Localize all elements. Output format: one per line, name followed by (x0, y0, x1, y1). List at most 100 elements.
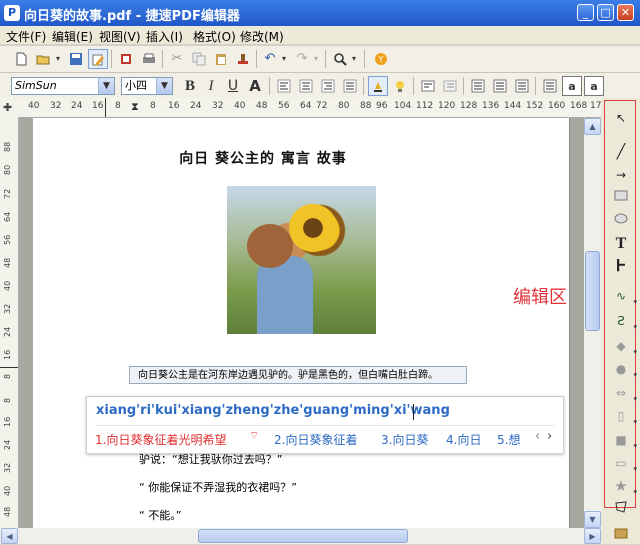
stamp-icon[interactable] (233, 49, 253, 69)
document-line[interactable]: “ 你能保证不弄湿我的衣裙吗？” (139, 479, 297, 495)
star-icon[interactable]: ★ ▾ (609, 476, 637, 496)
indent-marker-icon[interactable]: ⧗ (131, 100, 139, 114)
list-icon[interactable] (540, 76, 560, 96)
double-arrow-icon[interactable]: ⇔ ▾ (609, 383, 637, 403)
speech-bubble-icon[interactable]: ▭ ▾ (609, 453, 637, 473)
ruler-tick: 24 (71, 101, 83, 111)
line-icon[interactable]: ╱ (609, 142, 633, 162)
document-canvas[interactable]: 向日 葵公主的 寓言 故事 向日葵公主是在河东岸边遇见驴的。驴是黑色的，但白嘴白… (19, 118, 584, 528)
coins-icon[interactable]: Y (371, 49, 391, 69)
cylinder-icon[interactable]: ▯ ▾ (609, 406, 637, 426)
scroll-thumb[interactable] (585, 251, 600, 331)
italic-button[interactable]: I (201, 76, 221, 96)
select-arrow-icon[interactable]: ↖ (609, 108, 633, 128)
selected-text-block[interactable]: 向日葵公主是在河东岸边遇见驴的。驴是黑色的，但白嘴白肚白蹄。 (129, 366, 467, 384)
menu-format[interactable]: 格式(O) (193, 28, 236, 45)
ruler-tick: 64 (300, 101, 312, 111)
zoom-dropdown-icon[interactable]: ▾ (349, 49, 359, 69)
redo-dropdown-icon[interactable]: ▾ (311, 49, 321, 69)
menu-modify[interactable]: 修改(M) (240, 28, 284, 45)
scroll-thumb[interactable] (198, 529, 408, 543)
document-line[interactable]: “ 不能。” (139, 507, 181, 523)
scroll-right-icon[interactable]: ▶ (584, 528, 601, 544)
scroll-down-icon[interactable]: ▼ (584, 511, 601, 528)
font-color-button[interactable]: A (245, 76, 265, 96)
save-icon[interactable] (66, 49, 86, 69)
text-tool-icon[interactable]: T (609, 234, 633, 254)
ruler-tick: 40 (3, 485, 12, 496)
text-highlight-icon[interactable] (368, 76, 388, 96)
close-button[interactable]: ✕ (617, 4, 634, 21)
chevron-down-icon[interactable]: ▼ (98, 78, 114, 94)
open-dropdown-icon[interactable]: ▾ (53, 49, 63, 69)
chevron-down-icon[interactable]: ▼ (156, 78, 172, 94)
image-icon[interactable] (609, 525, 633, 545)
ruler-marker (0, 367, 18, 368)
ruler-tick: 72 (3, 188, 12, 199)
menu-file[interactable]: 文件(F) (6, 28, 46, 45)
column-center-icon[interactable] (490, 76, 510, 96)
subscript-button[interactable]: a (584, 76, 604, 96)
font-size-select[interactable]: 小四 ▼ (121, 77, 173, 95)
underline-button[interactable]: U (223, 76, 243, 96)
align-justify-icon[interactable] (340, 76, 360, 96)
undo-icon[interactable]: ↶ (260, 49, 280, 69)
align-left-icon[interactable] (274, 76, 294, 96)
scroll-up-icon[interactable]: ▲ (584, 118, 601, 135)
ruler-tick: 144 (504, 101, 522, 111)
circle-shape-icon[interactable]: ● ▾ (609, 359, 637, 379)
menu-view[interactable]: 视图(V) (99, 28, 141, 45)
square-shape-icon[interactable]: ■ ▾ (609, 430, 637, 450)
column-left-icon[interactable] (468, 76, 488, 96)
curve-icon[interactable]: ∿ ▾ (609, 286, 637, 306)
redo-icon[interactable]: ↷ (292, 49, 312, 69)
superscript-button[interactable]: a (562, 76, 582, 96)
undo-dropdown-icon[interactable]: ▾ (279, 49, 289, 69)
polyline-icon[interactable]: Ꙅ ▾ (609, 311, 637, 331)
pdf-page[interactable]: 向日 葵公主的 寓言 故事 向日葵公主是在河东岸边遇见驴的。驴是黑色的，但白嘴白… (33, 118, 569, 528)
minimize-button[interactable]: _ (577, 4, 594, 21)
vertical-text-icon[interactable]: Ͱ (609, 257, 633, 277)
bulb-icon[interactable] (390, 76, 410, 96)
ime-prev-page-icon[interactable]: ‹ (535, 429, 540, 444)
scroll-left-icon[interactable]: ◀ (1, 528, 18, 544)
font-name-value: SimSun (15, 79, 57, 92)
ruler-tick: 32 (3, 462, 12, 473)
cut-icon[interactable]: ✂ (167, 49, 187, 69)
ruler-tick: 24 (190, 101, 202, 111)
rectangle-icon[interactable] (609, 187, 633, 207)
menu-edit[interactable]: 编辑(E) (52, 28, 93, 45)
ellipse-icon[interactable] (609, 210, 633, 230)
ime-candidate[interactable]: 3.向日葵 (381, 431, 428, 448)
polygon-icon[interactable] (609, 500, 633, 520)
ime-candidate[interactable]: 2.向日葵象征着 (274, 431, 357, 448)
font-name-select[interactable]: SimSun ▼ (11, 77, 115, 95)
arrow-line-icon[interactable]: → (609, 165, 633, 185)
bold-button[interactable]: B (180, 76, 200, 96)
sunflower-girl-image[interactable] (227, 186, 376, 334)
ime-candidate[interactable]: 4.向日 (446, 431, 481, 448)
align-right-icon[interactable] (318, 76, 338, 96)
menu-insert[interactable]: 插入(I) (146, 28, 183, 45)
ime-candidate-selected[interactable]: 1.向日葵象征着光明希望 (95, 431, 226, 448)
ime-next-page-icon[interactable]: › (547, 429, 552, 444)
horizontal-scrollbar[interactable]: ◀ ▶ (0, 528, 602, 544)
export-icon[interactable] (116, 49, 136, 69)
vertical-scrollbar[interactable]: ▲ ▼ (584, 118, 601, 528)
edit-pen-icon[interactable] (88, 49, 108, 69)
ime-candidate[interactable]: 5.想 (497, 431, 520, 448)
paragraph-icon[interactable] (418, 76, 438, 96)
zoom-icon[interactable] (330, 49, 350, 69)
column-right-icon[interactable] (512, 76, 532, 96)
align-center-icon[interactable] (296, 76, 316, 96)
maximize-button[interactable]: □ (597, 4, 614, 21)
paste-icon[interactable] (211, 49, 231, 69)
copy-icon[interactable] (189, 49, 209, 69)
indent-icon[interactable] (440, 76, 460, 96)
document-title[interactable]: 向日 葵公主的 寓言 故事 (63, 148, 463, 168)
new-document-icon[interactable] (11, 49, 31, 69)
diamond-icon[interactable]: ◆ ▾ (609, 336, 637, 356)
open-folder-icon[interactable] (33, 49, 53, 69)
ruler-tick: 168 (570, 101, 588, 111)
print-icon[interactable] (139, 49, 159, 69)
